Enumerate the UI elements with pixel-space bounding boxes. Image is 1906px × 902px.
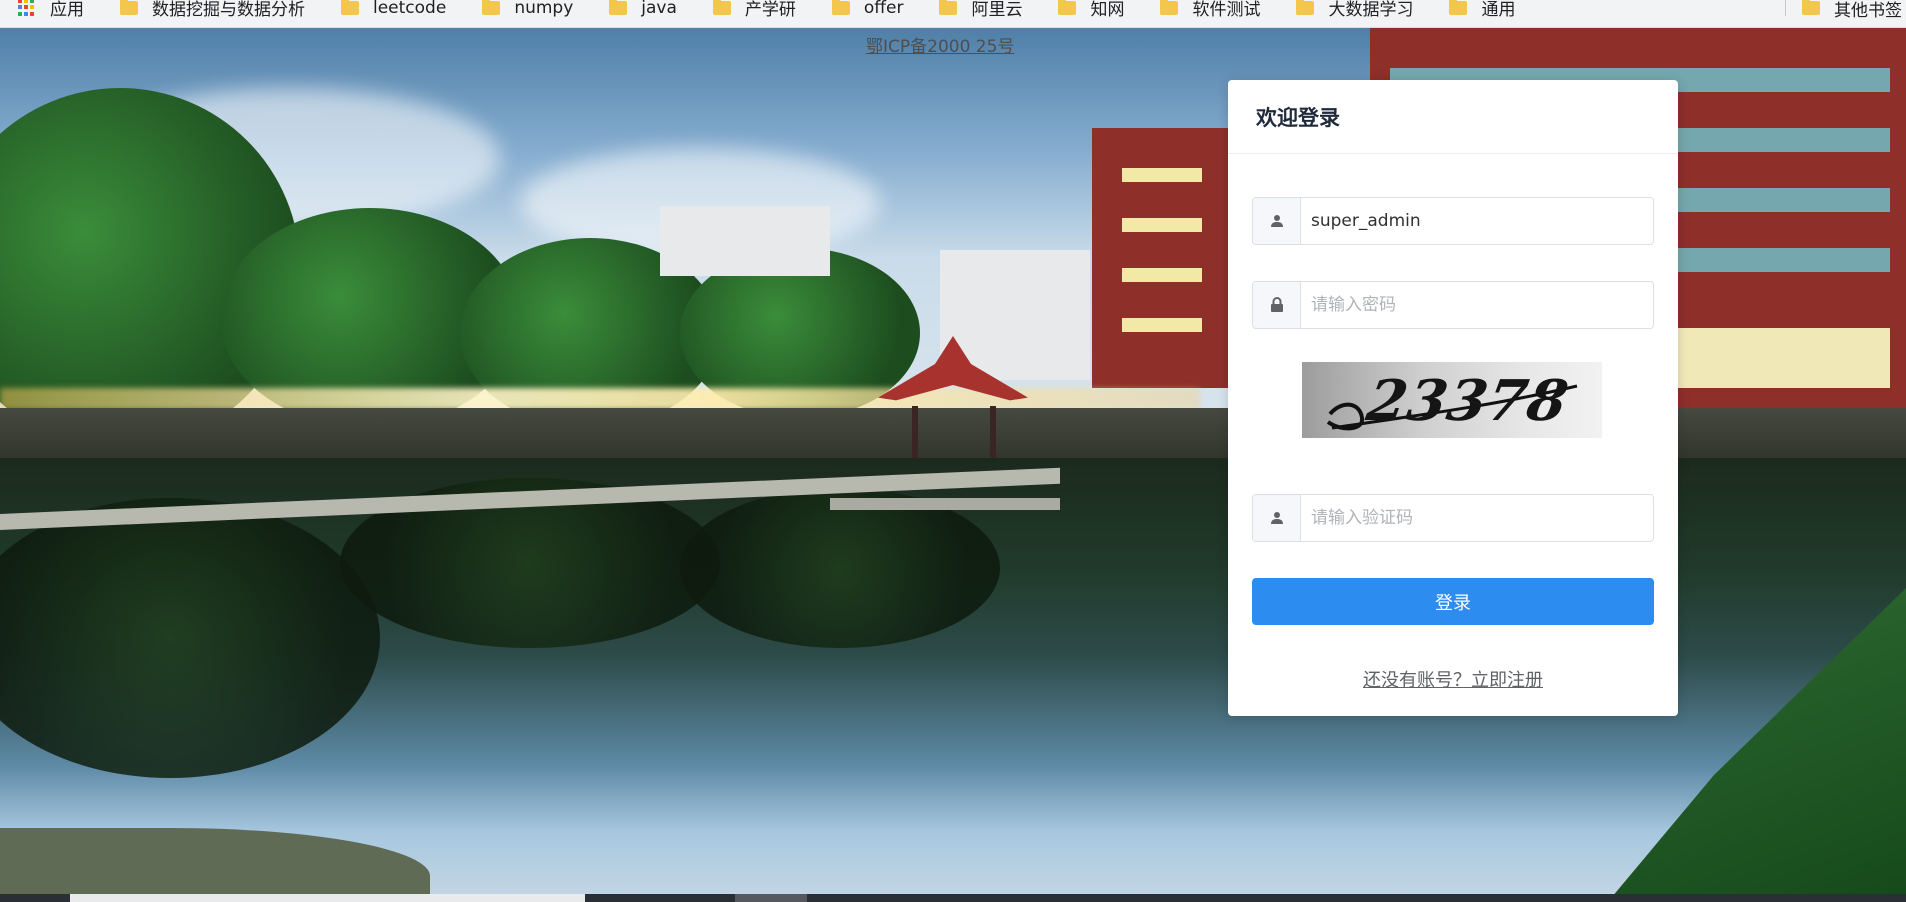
building: [1092, 128, 1232, 388]
bookmark-folder[interactable]: 大数据学习: [1296, 0, 1413, 20]
taskbar-segment: [735, 894, 807, 902]
icp-record-link[interactable]: 鄂ICP备2000 25号: [866, 32, 1014, 57]
user-icon: [1253, 198, 1301, 244]
captcha-field[interactable]: [1252, 494, 1654, 542]
folder-icon: [1058, 0, 1077, 15]
username-input[interactable]: [1301, 198, 1653, 244]
bookmark-apps[interactable]: 应用: [18, 0, 84, 20]
folder-icon: [482, 0, 501, 15]
password-field[interactable]: [1252, 281, 1654, 329]
bookmark-label: 通用: [1481, 0, 1516, 20]
folder-icon: [609, 0, 628, 15]
bookmark-label: 应用: [50, 0, 84, 20]
folder-icon: [1296, 0, 1315, 15]
bookmark-label: 知网: [1090, 0, 1125, 20]
other-bookmarks-area: 其他书签: [1785, 0, 1906, 27]
divider: [1785, 0, 1786, 16]
folder-icon: [1802, 0, 1820, 15]
login-title: 欢迎登录: [1228, 80, 1678, 154]
bookmark-label: 其他书签: [1834, 0, 1902, 21]
login-button[interactable]: 登录: [1252, 578, 1654, 625]
building: [660, 206, 830, 276]
bookmark-folder[interactable]: 通用: [1449, 0, 1515, 20]
bookmark-folder[interactable]: offer: [831, 0, 904, 18]
password-input[interactable]: [1301, 282, 1653, 328]
folder-icon: [831, 0, 850, 15]
bridge: [830, 498, 1060, 510]
bookmark-label: 数据挖掘与数据分析: [152, 0, 305, 20]
folder-icon: [939, 0, 958, 15]
folder-icon: [341, 0, 359, 15]
folder-icon: [1160, 0, 1179, 15]
bookmark-folder[interactable]: numpy: [482, 0, 573, 18]
folder-icon: [712, 0, 731, 15]
bookmark-folder[interactable]: 产学研: [712, 0, 796, 20]
captcha-code: 23378: [1362, 368, 1574, 434]
apps-grid-icon: [18, 0, 36, 17]
bookmark-label: 产学研: [744, 0, 796, 20]
bookmark-label: numpy: [514, 0, 574, 18]
lights: [0, 388, 1200, 410]
folder-icon: [120, 0, 138, 15]
username-field[interactable]: [1252, 197, 1654, 245]
captcha-input[interactable]: [1301, 495, 1653, 541]
bookmark-folder[interactable]: leetcode: [341, 0, 446, 18]
captcha-image[interactable]: 23378: [1302, 362, 1602, 438]
bookmark-label: 软件测试: [1192, 0, 1261, 20]
taskbar-strip: [0, 894, 1906, 902]
register-link[interactable]: 还没有账号？立即注册: [1228, 666, 1678, 692]
taskbar-segment: [70, 894, 585, 902]
bookmark-label: offer: [863, 0, 904, 18]
folder-icon: [1449, 0, 1468, 15]
bookmarks-bar: 应用 数据挖掘与数据分析 leetcode numpy java 产学研 off…: [0, 0, 1906, 28]
lock-icon: [1253, 282, 1301, 328]
bookmark-folder[interactable]: 知网: [1058, 0, 1124, 20]
bookmark-folder[interactable]: 软件测试: [1160, 0, 1260, 20]
bookmark-folder[interactable]: java: [609, 0, 677, 18]
bookmark-label: 阿里云: [971, 0, 1023, 20]
bookmark-other[interactable]: 其他书签: [1802, 0, 1902, 21]
bookmark-label: java: [641, 0, 677, 18]
bookmark-label: leetcode: [373, 0, 447, 18]
user-icon: [1253, 495, 1301, 541]
bookmark-folder[interactable]: 阿里云: [939, 0, 1022, 20]
bookmark-folder[interactable]: 数据挖掘与数据分析: [120, 0, 305, 20]
login-card: 欢迎登录 23378 登录 还没有账号？立即注册: [1228, 80, 1678, 716]
bookmark-label: 大数据学习: [1328, 0, 1414, 20]
